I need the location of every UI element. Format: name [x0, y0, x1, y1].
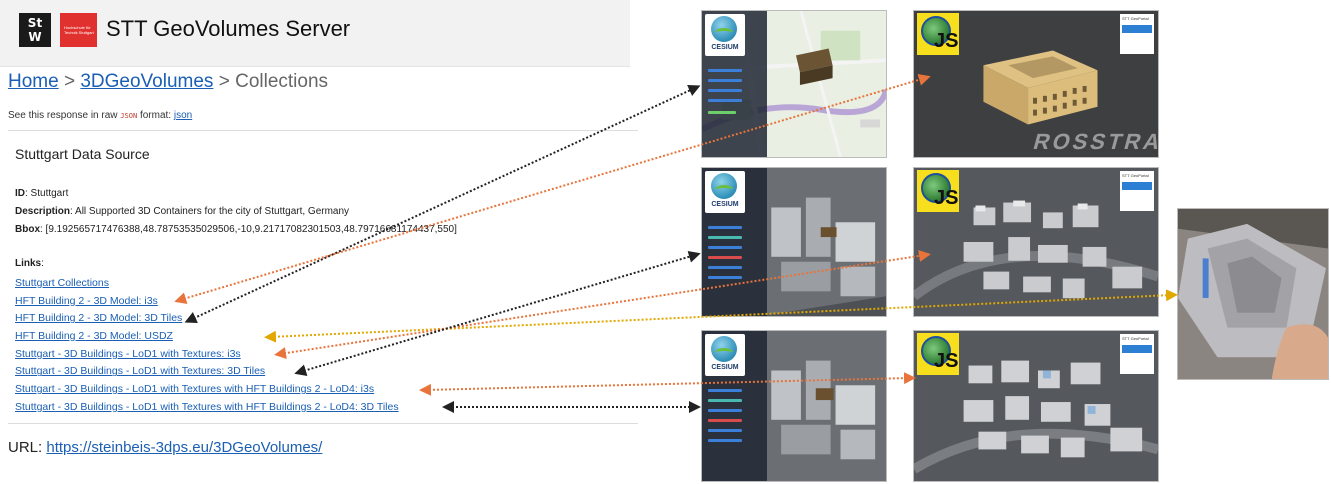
list-item: HFT Building 2 - 3D Model: USDZ [15, 330, 399, 348]
json-link[interactable]: json [174, 110, 192, 121]
geoportal-panel: STT GeoPortal [1120, 334, 1154, 374]
raw-prefix: See this response in raw [8, 110, 118, 121]
list-item: Stuttgart - 3D Buildings - LoD1 with Tex… [15, 365, 399, 383]
cesium-logo: CESIUM [705, 334, 745, 376]
js-logo-text: JS [934, 187, 959, 209]
breadcrumb-separator: > [63, 71, 76, 92]
link-hft-building-usdz[interactable]: HFT Building 2 - 3D Model: USDZ [15, 330, 173, 342]
raw-middle: format: [139, 110, 172, 121]
geoportal-text: STT GeoPortal [1122, 336, 1149, 341]
url-link[interactable]: https://steinbeis-3dps.eu/3DGeoVolumes/ [46, 439, 322, 456]
globe-icon [711, 16, 737, 42]
cesium-logo-text: CESIUM [711, 201, 739, 208]
breadcrumb-3dgeovolumes-link[interactable]: 3DGeoVolumes [80, 71, 213, 92]
bbox-value: : [9.192565717476388,48.78753535029506,-… [40, 224, 457, 235]
id-label: ID [15, 188, 25, 199]
globe-icon [711, 173, 737, 199]
arcgis-js-viewer-stuttgart-lod4[interactable]: STT GeoPortal JS [913, 330, 1159, 482]
geoportal-panel: STT GeoPortal [1120, 14, 1154, 54]
breadcrumb-home-link[interactable]: Home [8, 71, 59, 92]
cesium-logo-text: CESIUM [711, 44, 739, 51]
geoportal-text: STT GeoPortal [1122, 16, 1149, 21]
link-stuttgart-collections[interactable]: Stuttgart Collections [15, 277, 109, 289]
app-title: STT GeoVolumes Server [106, 16, 351, 41]
links-list: Stuttgart Collections HFT Building 2 - 3… [15, 277, 399, 419]
hft-logo: Hochschule für Technik Stuttgart [60, 13, 97, 47]
collection-title: Stuttgart Data Source [15, 146, 150, 162]
arcgis-js-logo: JS [917, 170, 959, 212]
list-item: HFT Building 2 - 3D Model: i3s [15, 295, 399, 313]
description-value: : All Supported 3D Containers for the ci… [70, 206, 350, 217]
geoportal-button [1122, 345, 1152, 353]
id-value: : Stuttgart [25, 188, 69, 199]
json-code-label: JSON [120, 112, 138, 120]
hft-logo-text: Hochschule für Technik Stuttgart [64, 25, 94, 35]
link-hft-building-i3s[interactable]: HFT Building 2 - 3D Model: i3s [15, 295, 158, 307]
cesium-logo: CESIUM [705, 14, 745, 56]
geoportal-text: STT GeoPortal [1122, 173, 1149, 178]
url-line: URL: https://steinbeis-3dps.eu/3DGeoVolu… [8, 439, 322, 456]
geoportal-panel: STT GeoPortal [1120, 171, 1154, 211]
collection-id: ID: Stuttgart [15, 188, 68, 199]
link-hft-building-3dtiles[interactable]: HFT Building 2 - 3D Model: 3D Tiles [15, 312, 182, 324]
links-heading: Links: [15, 258, 44, 269]
list-item: Stuttgart Collections [15, 277, 399, 295]
globe-icon [711, 336, 737, 362]
ar-usdz-photo [1177, 208, 1329, 380]
arcgis-js-logo: JS [917, 333, 959, 375]
cesium-viewer-hft-building[interactable]: CESIUM [701, 10, 887, 158]
breadcrumb: Home > 3DGeoVolumes > Collections [8, 71, 328, 93]
link-stuttgart-lod1-i3s[interactable]: Stuttgart - 3D Buildings - LoD1 with Tex… [15, 348, 241, 360]
geoportal-button [1122, 25, 1152, 33]
ar-model-image [1178, 209, 1328, 379]
divider [8, 130, 638, 131]
cesium-viewer-stuttgart-lod4[interactable]: CESIUM [701, 330, 887, 482]
street-label: ROSSTRASSE [1030, 129, 1159, 154]
url-label: URL: [8, 439, 43, 456]
cesium-viewer-stuttgart-lod1[interactable]: CESIUM [701, 167, 887, 317]
link-stuttgart-lod1-lod4-i3s[interactable]: Stuttgart - 3D Buildings - LoD1 with Tex… [15, 383, 374, 395]
list-item: Stuttgart - 3D Buildings - LoD1 with Tex… [15, 401, 399, 419]
stw-logo: St W [19, 13, 51, 47]
collection-bbox: Bbox: [9.192565717476388,48.787535350295… [15, 224, 457, 235]
arcgis-js-viewer-stuttgart-lod1[interactable]: STT GeoPortal JS [913, 167, 1159, 317]
js-logo-text: JS [934, 350, 959, 372]
bbox-label: Bbox [15, 224, 40, 235]
cesium-logo-text: CESIUM [711, 364, 739, 371]
divider [8, 423, 638, 424]
app-header: St W Hochschule für Technik Stuttgart ST… [0, 0, 630, 67]
raw-format-line: See this response in raw JSON format: js… [8, 110, 192, 121]
breadcrumb-separator: > [218, 71, 230, 92]
cesium-logo: CESIUM [705, 171, 745, 213]
link-stuttgart-lod1-lod4-3dtiles[interactable]: Stuttgart - 3D Buildings - LoD1 with Tex… [15, 401, 399, 413]
list-item: HFT Building 2 - 3D Model: 3D Tiles [15, 312, 399, 330]
stw-logo-text: St W [27, 16, 43, 44]
js-logo-text: JS [934, 30, 959, 52]
list-item: Stuttgart - 3D Buildings - LoD1 with Tex… [15, 348, 399, 366]
geoportal-button [1122, 182, 1152, 190]
arcgis-js-viewer-hft-building[interactable]: ROSSTRASSE STT GeoPortal JS [913, 10, 1159, 158]
breadcrumb-current: Collections [235, 71, 329, 92]
list-item: Stuttgart - 3D Buildings - LoD1 with Tex… [15, 383, 399, 401]
collection-description: Description: All Supported 3D Containers… [15, 206, 349, 217]
arcgis-js-logo: JS [917, 13, 959, 55]
link-stuttgart-lod1-3dtiles[interactable]: Stuttgart - 3D Buildings - LoD1 with Tex… [15, 365, 265, 377]
description-label: Description [15, 206, 71, 217]
